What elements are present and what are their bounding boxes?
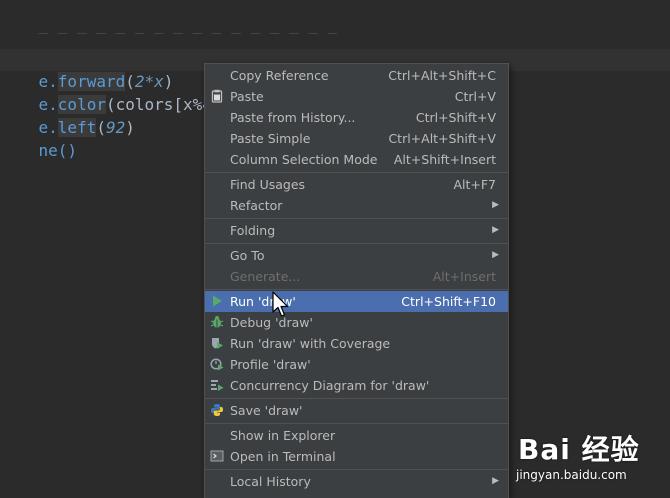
menu-item-label: Save 'draw' xyxy=(230,403,303,418)
menu-item-paste[interactable]: Paste Ctrl+V xyxy=(205,86,508,107)
submenu-arrow-icon: ▶ xyxy=(492,476,499,486)
code-line-0: _ _ _ _ _ _ _ _ _ _ _ _ _ _ _ _ xyxy=(38,15,338,34)
menu-separator xyxy=(205,469,508,470)
menu-item-label: Find Usages xyxy=(230,177,306,192)
menu-item-label: Column Selection Mode xyxy=(230,152,378,167)
menu-item-label: Local History xyxy=(230,474,311,489)
menu-item-column-selection-mode[interactable]: Column Selection Mode Alt+Shift+Insert xyxy=(205,149,508,170)
submenu-arrow-icon: ▶ xyxy=(492,200,499,210)
menu-item-run-draw[interactable]: Run 'draw' Ctrl+Shift+F10 xyxy=(205,291,508,312)
menu-item-label: Concurrency Diagram for 'draw' xyxy=(230,378,430,393)
submenu-arrow-icon: ▶ xyxy=(492,225,499,235)
context-menu: Copy Reference Ctrl+Alt+Shift+C Paste Ct… xyxy=(204,63,509,498)
code-token: 92 xyxy=(105,118,126,137)
menu-item-open-in-terminal[interactable]: Open in Terminal xyxy=(205,446,508,467)
menu-item-refactor[interactable]: Refactor ▶ xyxy=(205,195,508,216)
menu-item-go-to[interactable]: Go To ▶ xyxy=(205,245,508,266)
code-token: ne xyxy=(38,141,58,160)
menu-separator xyxy=(205,243,508,244)
profile-icon xyxy=(210,358,224,371)
menu-separator xyxy=(205,218,508,219)
baidu-jingyan-watermark: Bai 经验 jingyan.baidu.com xyxy=(510,420,670,497)
menu-item-label: Open in Terminal xyxy=(230,449,336,464)
menu-item-label: Run 'draw' with Coverage xyxy=(230,336,391,351)
menu-item-show-in-explorer[interactable]: Show in Explorer xyxy=(205,425,508,446)
menu-item-paste-from-history[interactable]: Paste from History... Ctrl+Shift+V xyxy=(205,107,508,128)
terminal-icon xyxy=(210,450,224,462)
menu-item-shortcut: Alt+Shift+Insert xyxy=(393,152,496,167)
menu-item-label: Profile 'draw' xyxy=(230,357,311,372)
menu-item-label: Folding xyxy=(230,223,276,238)
clipboard-icon xyxy=(211,89,223,103)
menu-item-copy-reference[interactable]: Copy Reference Ctrl+Alt+Shift+C xyxy=(205,65,508,86)
code-token: ( xyxy=(96,118,106,137)
code-line-5: ne() xyxy=(0,118,78,160)
menu-separator xyxy=(205,289,508,290)
python-icon xyxy=(211,404,223,416)
mouse-pointer-icon xyxy=(272,291,289,317)
menu-item-shortcut: Ctrl+Shift+V xyxy=(415,110,496,125)
menu-item-label: Copy Reference xyxy=(230,68,329,83)
menu-item-paste-simple[interactable]: Paste Simple Ctrl+Alt+Shift+V xyxy=(205,128,508,149)
concurrency-icon xyxy=(211,380,224,391)
menu-item-label: Paste Simple xyxy=(230,131,311,146)
code-line-4: e.left(92) xyxy=(0,95,135,137)
menu-separator xyxy=(205,172,508,173)
menu-item-label: Show in Explorer xyxy=(230,428,336,443)
menu-item-generate: Generate... Alt+Insert xyxy=(205,266,508,287)
menu-item-folding[interactable]: Folding ▶ xyxy=(205,220,508,241)
menu-item-find-usages[interactable]: Find Usages Alt+F7 xyxy=(205,174,508,195)
code-line-3: e.color(colors[x%4 xyxy=(0,72,212,114)
menu-item-debug-draw[interactable]: Debug 'draw' xyxy=(205,312,508,333)
menu-item-run-with-coverage[interactable]: Run 'draw' with Coverage xyxy=(205,333,508,354)
menu-item-label: Refactor xyxy=(230,198,283,213)
watermark-url: jingyan.baidu.com xyxy=(516,468,627,482)
submenu-arrow-icon: ▶ xyxy=(492,250,499,260)
menu-item-local-history[interactable]: Local History ▶ xyxy=(205,471,508,492)
run-icon xyxy=(213,295,222,307)
menu-item-label: Go To xyxy=(230,248,265,263)
menu-item-label: Paste xyxy=(230,89,264,104)
coverage-icon xyxy=(212,338,223,349)
menu-item-save-draw[interactable]: Save 'draw' xyxy=(205,400,508,421)
menu-item-shortcut: Alt+Insert xyxy=(432,269,496,284)
menu-item-profile-draw[interactable]: Profile 'draw' xyxy=(205,354,508,375)
code-token: ) xyxy=(125,118,135,137)
menu-item-label: Paste from History... xyxy=(230,110,356,125)
code-token: () xyxy=(57,141,78,160)
baidu-logo: Bai 经验 xyxy=(518,433,640,466)
menu-item-concurrency-diagram[interactable]: Concurrency Diagram for 'draw' xyxy=(205,375,508,396)
code-line-1: range(400): xyxy=(0,26,145,68)
menu-item-shortcut: Alt+F7 xyxy=(453,177,496,192)
menu-item-shortcut: Ctrl+Alt+Shift+C xyxy=(388,68,496,83)
menu-item-label: Generate... xyxy=(230,269,301,284)
menu-separator xyxy=(205,423,508,424)
debug-icon xyxy=(210,316,224,328)
menu-item-shortcut: Ctrl+Shift+F10 xyxy=(401,294,496,309)
menu-item-shortcut: Ctrl+Alt+Shift+V xyxy=(388,131,496,146)
menu-separator xyxy=(205,398,508,399)
menu-item-shortcut: Ctrl+V xyxy=(454,89,496,104)
